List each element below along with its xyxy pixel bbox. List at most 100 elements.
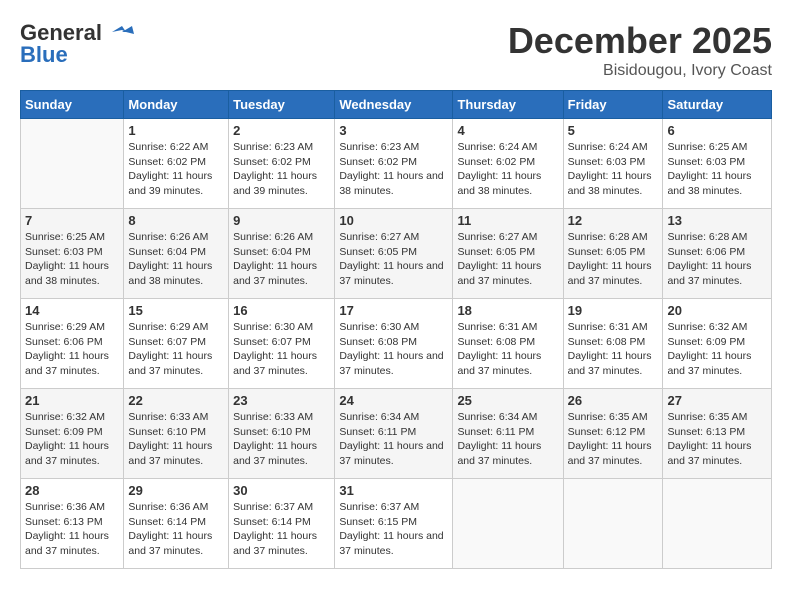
- sunset-label: Sunset: 6:03 PM: [25, 246, 103, 258]
- calendar-cell: 10 Sunrise: 6:27 AM Sunset: 6:05 PM Dayl…: [335, 209, 453, 299]
- daylight-label: Daylight: 11 hours and 38 minutes.: [568, 170, 652, 197]
- day-info: Sunrise: 6:33 AM Sunset: 6:10 PM Dayligh…: [128, 410, 224, 469]
- sunrise-label: Sunrise: 6:25 AM: [25, 231, 105, 243]
- day-info: Sunrise: 6:29 AM Sunset: 6:07 PM Dayligh…: [128, 320, 224, 379]
- sunset-label: Sunset: 6:10 PM: [233, 426, 311, 438]
- day-number: 24: [339, 393, 448, 408]
- day-info: Sunrise: 6:25 AM Sunset: 6:03 PM Dayligh…: [25, 230, 119, 289]
- calendar-cell: 7 Sunrise: 6:25 AM Sunset: 6:03 PM Dayli…: [21, 209, 124, 299]
- daylight-label: Daylight: 11 hours and 37 minutes.: [457, 260, 541, 287]
- sunset-label: Sunset: 6:06 PM: [667, 246, 745, 258]
- day-info: Sunrise: 6:23 AM Sunset: 6:02 PM Dayligh…: [339, 140, 448, 199]
- calendar-cell: 3 Sunrise: 6:23 AM Sunset: 6:02 PM Dayli…: [335, 119, 453, 209]
- day-info: Sunrise: 6:23 AM Sunset: 6:02 PM Dayligh…: [233, 140, 330, 199]
- daylight-label: Daylight: 11 hours and 37 minutes.: [25, 440, 109, 467]
- calendar-cell: 24 Sunrise: 6:34 AM Sunset: 6:11 PM Dayl…: [335, 389, 453, 479]
- daylight-label: Daylight: 11 hours and 37 minutes.: [457, 440, 541, 467]
- sunset-label: Sunset: 6:08 PM: [568, 336, 646, 348]
- sunset-label: Sunset: 6:03 PM: [667, 156, 745, 168]
- day-info: Sunrise: 6:35 AM Sunset: 6:12 PM Dayligh…: [568, 410, 659, 469]
- daylight-label: Daylight: 11 hours and 37 minutes.: [233, 350, 317, 377]
- day-number: 13: [667, 213, 767, 228]
- title-block: December 2025 Bisidougou, Ivory Coast: [508, 20, 772, 80]
- sunset-label: Sunset: 6:08 PM: [339, 336, 417, 348]
- page-header: General Blue December 2025 Bisidougou, I…: [20, 20, 772, 80]
- day-number: 12: [568, 213, 659, 228]
- daylight-label: Daylight: 11 hours and 38 minutes.: [128, 260, 212, 287]
- calendar-cell: 13 Sunrise: 6:28 AM Sunset: 6:06 PM Dayl…: [663, 209, 772, 299]
- day-info: Sunrise: 6:34 AM Sunset: 6:11 PM Dayligh…: [457, 410, 558, 469]
- sunrise-label: Sunrise: 6:30 AM: [339, 321, 419, 333]
- day-info: Sunrise: 6:34 AM Sunset: 6:11 PM Dayligh…: [339, 410, 448, 469]
- sunrise-label: Sunrise: 6:25 AM: [667, 141, 747, 153]
- daylight-label: Daylight: 11 hours and 38 minutes.: [667, 170, 751, 197]
- day-number: 11: [457, 213, 558, 228]
- calendar-table: SundayMondayTuesdayWednesdayThursdayFrid…: [20, 90, 772, 569]
- sunset-label: Sunset: 6:08 PM: [457, 336, 535, 348]
- sunset-label: Sunset: 6:12 PM: [568, 426, 646, 438]
- day-info: Sunrise: 6:37 AM Sunset: 6:14 PM Dayligh…: [233, 500, 330, 559]
- sunrise-label: Sunrise: 6:27 AM: [457, 231, 537, 243]
- sunrise-label: Sunrise: 6:32 AM: [667, 321, 747, 333]
- day-info: Sunrise: 6:30 AM Sunset: 6:07 PM Dayligh…: [233, 320, 330, 379]
- calendar-cell: 14 Sunrise: 6:29 AM Sunset: 6:06 PM Dayl…: [21, 299, 124, 389]
- sunrise-label: Sunrise: 6:26 AM: [128, 231, 208, 243]
- calendar-cell: 9 Sunrise: 6:26 AM Sunset: 6:04 PM Dayli…: [229, 209, 335, 299]
- calendar-cell: 18 Sunrise: 6:31 AM Sunset: 6:08 PM Dayl…: [453, 299, 563, 389]
- calendar-cell: 16 Sunrise: 6:30 AM Sunset: 6:07 PM Dayl…: [229, 299, 335, 389]
- day-info: Sunrise: 6:26 AM Sunset: 6:04 PM Dayligh…: [128, 230, 224, 289]
- day-info: Sunrise: 6:22 AM Sunset: 6:02 PM Dayligh…: [128, 140, 224, 199]
- sunrise-label: Sunrise: 6:35 AM: [568, 411, 648, 423]
- day-info: Sunrise: 6:35 AM Sunset: 6:13 PM Dayligh…: [667, 410, 767, 469]
- daylight-label: Daylight: 11 hours and 37 minutes.: [128, 530, 212, 557]
- sunset-label: Sunset: 6:04 PM: [233, 246, 311, 258]
- logo: General Blue: [20, 20, 134, 68]
- sunrise-label: Sunrise: 6:27 AM: [339, 231, 419, 243]
- sunrise-label: Sunrise: 6:24 AM: [457, 141, 537, 153]
- sunrise-label: Sunrise: 6:29 AM: [128, 321, 208, 333]
- weekday-header-wednesday: Wednesday: [335, 91, 453, 119]
- day-info: Sunrise: 6:27 AM Sunset: 6:05 PM Dayligh…: [339, 230, 448, 289]
- day-number: 7: [25, 213, 119, 228]
- sunset-label: Sunset: 6:10 PM: [128, 426, 206, 438]
- weekday-header-sunday: Sunday: [21, 91, 124, 119]
- day-number: 3: [339, 123, 448, 138]
- sunrise-label: Sunrise: 6:35 AM: [667, 411, 747, 423]
- sunset-label: Sunset: 6:13 PM: [25, 516, 103, 528]
- page-title: December 2025: [508, 20, 772, 62]
- calendar-week-3: 14 Sunrise: 6:29 AM Sunset: 6:06 PM Dayl…: [21, 299, 772, 389]
- calendar-week-2: 7 Sunrise: 6:25 AM Sunset: 6:03 PM Dayli…: [21, 209, 772, 299]
- sunset-label: Sunset: 6:02 PM: [457, 156, 535, 168]
- daylight-label: Daylight: 11 hours and 37 minutes.: [667, 350, 751, 377]
- sunset-label: Sunset: 6:05 PM: [339, 246, 417, 258]
- day-info: Sunrise: 6:33 AM Sunset: 6:10 PM Dayligh…: [233, 410, 330, 469]
- sunset-label: Sunset: 6:05 PM: [568, 246, 646, 258]
- day-number: 19: [568, 303, 659, 318]
- day-number: 29: [128, 483, 224, 498]
- sunset-label: Sunset: 6:02 PM: [128, 156, 206, 168]
- day-info: Sunrise: 6:36 AM Sunset: 6:13 PM Dayligh…: [25, 500, 119, 559]
- sunset-label: Sunset: 6:07 PM: [128, 336, 206, 348]
- calendar-cell: 23 Sunrise: 6:33 AM Sunset: 6:10 PM Dayl…: [229, 389, 335, 479]
- day-number: 20: [667, 303, 767, 318]
- day-number: 1: [128, 123, 224, 138]
- calendar-cell: 28 Sunrise: 6:36 AM Sunset: 6:13 PM Dayl…: [21, 479, 124, 569]
- day-info: Sunrise: 6:29 AM Sunset: 6:06 PM Dayligh…: [25, 320, 119, 379]
- weekday-header-friday: Friday: [563, 91, 663, 119]
- day-number: 15: [128, 303, 224, 318]
- sunrise-label: Sunrise: 6:22 AM: [128, 141, 208, 153]
- calendar-cell: 26 Sunrise: 6:35 AM Sunset: 6:12 PM Dayl…: [563, 389, 663, 479]
- daylight-label: Daylight: 11 hours and 37 minutes.: [667, 440, 751, 467]
- day-info: Sunrise: 6:28 AM Sunset: 6:05 PM Dayligh…: [568, 230, 659, 289]
- sunset-label: Sunset: 6:11 PM: [457, 426, 534, 438]
- sunset-label: Sunset: 6:03 PM: [568, 156, 646, 168]
- day-info: Sunrise: 6:25 AM Sunset: 6:03 PM Dayligh…: [667, 140, 767, 199]
- calendar-week-1: 1 Sunrise: 6:22 AM Sunset: 6:02 PM Dayli…: [21, 119, 772, 209]
- day-number: 2: [233, 123, 330, 138]
- sunrise-label: Sunrise: 6:30 AM: [233, 321, 313, 333]
- calendar-cell: 27 Sunrise: 6:35 AM Sunset: 6:13 PM Dayl…: [663, 389, 772, 479]
- sunrise-label: Sunrise: 6:28 AM: [667, 231, 747, 243]
- sunrise-label: Sunrise: 6:37 AM: [339, 501, 419, 513]
- day-number: 23: [233, 393, 330, 408]
- daylight-label: Daylight: 11 hours and 37 minutes.: [233, 260, 317, 287]
